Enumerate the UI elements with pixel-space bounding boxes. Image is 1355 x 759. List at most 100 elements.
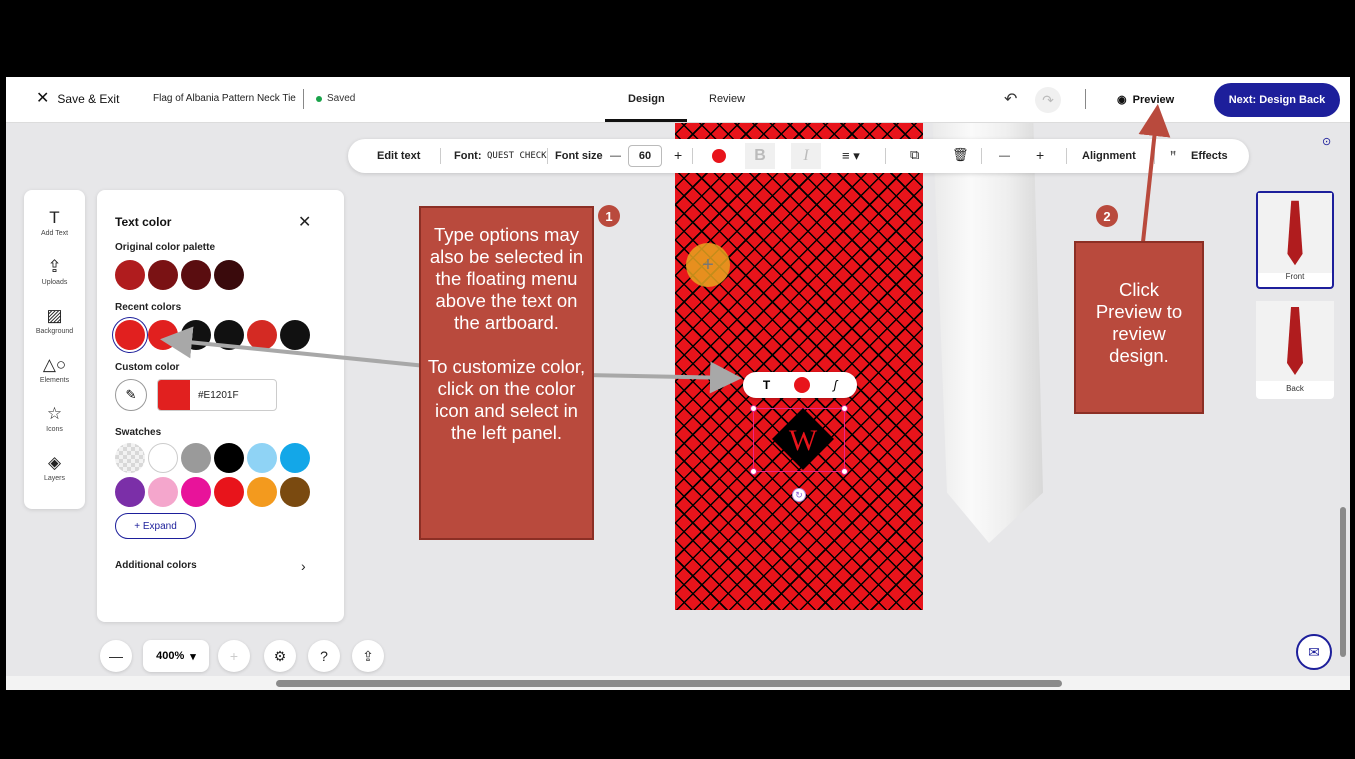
close-icon[interactable]: ✕ [298,212,311,232]
hex-value: #E1201F [198,390,239,401]
recent-color-swatch[interactable] [280,320,310,350]
font-size-label: Font size [555,150,603,162]
next-design-back-button[interactable]: Next: Design Back [1214,83,1340,117]
font-size-input[interactable]: 60 [628,145,662,167]
zoom-in-button[interactable]: + [218,640,250,672]
preview-button[interactable]: ◉ Preview [1117,93,1174,107]
floating-text-menu: T ʃ [743,372,857,398]
star-icon: ☆ [46,404,63,423]
share-icon[interactable]: ⇪ [352,640,384,672]
italic-button[interactable]: I [791,143,821,169]
thumbnail-front[interactable]: Front [1256,191,1334,289]
document-title[interactable]: Flag of Albania Pattern Neck Tie [153,93,296,104]
align-dropdown-icon[interactable]: ≡ ▾ [842,148,860,164]
color-swatch[interactable] [214,443,244,473]
redo-icon[interactable]: ↷ [1035,87,1061,113]
rail-label: Background [35,328,74,335]
recent-color-swatch[interactable] [247,320,277,350]
fit-view-icon[interactable]: ⊙ [1322,135,1331,148]
color-icon[interactable] [793,377,810,393]
color-swatch[interactable] [214,477,244,507]
thumbnail-label: Front [1285,272,1305,281]
recent-color-swatch[interactable] [148,320,178,350]
background-icon: ▨ [46,306,63,325]
color-swatch[interactable] [280,477,310,507]
eyedropper-icon[interactable]: ✎ [115,379,147,411]
divider [1154,148,1155,164]
palette-swatch[interactable] [148,260,178,290]
selected-text-element[interactable]: W [750,405,848,475]
divider [885,148,886,164]
color-swatch[interactable] [247,477,277,507]
top-bar: ✕ Save & Exit Flag of Albania Pattern Ne… [6,77,1350,123]
horizontal-scrollbar[interactable] [276,680,1062,687]
curve-text-icon[interactable]: ʃ [834,378,838,392]
chevron-right-icon[interactable]: › [301,558,306,574]
delete-icon[interactable]: 🗑 [952,147,969,163]
tie-artboard[interactable] [675,123,923,610]
color-swatch[interactable] [115,443,145,473]
color-swatch[interactable] [181,443,211,473]
send-backward-button[interactable]: — [999,150,1010,162]
zoom-out-button[interactable]: — [100,640,132,672]
palette-swatch[interactable] [115,260,145,290]
palette-swatch[interactable] [214,260,244,290]
tab-design[interactable]: Design [628,93,665,105]
zoom-dropdown[interactable]: 400% ▾ [143,640,209,672]
left-tool-rail: T Add Text ⇪ Uploads ▨ Background △○ Ele… [24,190,85,509]
font-size-decrease-button[interactable]: — [610,150,621,162]
save-exit-button[interactable]: ✕ Save & Exit [36,91,119,107]
chevron-down-icon: ▾ [190,650,196,663]
resize-handle[interactable] [841,405,848,412]
bring-forward-button[interactable]: + [1036,147,1044,163]
duplicate-icon[interactable]: ⧉ [910,147,919,163]
effects-button[interactable]: Effects [1191,150,1228,162]
thumbnail-back[interactable]: Back [1256,301,1334,399]
rail-item-elements[interactable]: △○ Elements [24,355,85,384]
font-selector[interactable]: QUEST CHECK [487,151,547,161]
divider [1085,89,1086,109]
rail-item-background[interactable]: ▨ Background [24,306,85,335]
color-swatch[interactable] [280,443,310,473]
diamond-logo: W [772,408,834,470]
hex-input[interactable]: #E1201F [157,379,277,411]
rail-item-layers[interactable]: ◈ Layers [24,453,85,482]
resize-handle[interactable] [750,405,757,412]
saved-dot-icon [316,95,322,102]
help-icon[interactable]: ? [308,640,340,672]
rotate-handle[interactable]: ↻ [792,488,806,502]
text-color-button[interactable] [712,149,726,163]
recent-color-swatch[interactable] [181,320,211,350]
resize-handle[interactable] [841,468,848,475]
tab-review[interactable]: Review [709,93,745,105]
divider [692,148,693,164]
close-icon: ✕ [36,90,50,107]
expand-button[interactable]: + Expand [115,513,196,539]
color-swatch[interactable] [148,477,178,507]
color-swatch[interactable] [115,477,145,507]
additional-colors-link[interactable]: Additional colors [115,560,197,571]
edit-text-button[interactable]: Edit text [377,150,420,162]
rail-label: Icons [46,426,63,433]
color-swatch[interactable] [148,443,178,473]
bold-button[interactable]: B [745,143,775,169]
recent-color-swatch[interactable] [214,320,244,350]
text-icon: T [49,208,60,227]
undo-icon[interactable]: ↶ [1004,89,1017,109]
recent-color-swatch[interactable] [115,320,145,350]
color-swatch[interactable] [247,443,277,473]
color-swatch[interactable] [181,477,211,507]
resize-handle[interactable] [750,468,757,475]
rail-item-add-text[interactable]: T Add Text [24,208,85,237]
custom-color-label: Custom color [115,362,180,373]
font-size-increase-button[interactable]: + [674,147,682,163]
alignment-button[interactable]: Alignment [1082,150,1136,162]
tie-thumbnail-back [1256,301,1334,381]
chat-assistant-icon[interactable]: ✉ [1296,634,1332,670]
rail-item-icons[interactable]: ☆ Icons [24,404,85,433]
text-options-icon[interactable]: T [763,378,770,392]
vertical-scrollbar[interactable] [1340,507,1346,657]
palette-swatch[interactable] [181,260,211,290]
settings-icon[interactable]: ⚙ [264,640,296,672]
rail-item-uploads[interactable]: ⇪ Uploads [24,257,85,286]
